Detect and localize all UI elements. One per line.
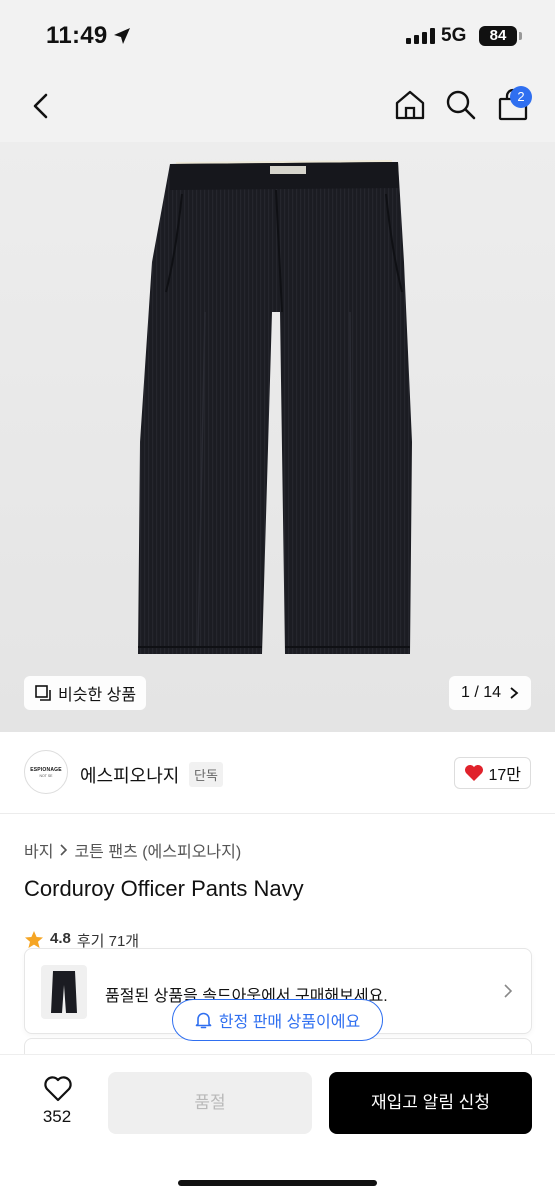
limited-sale-text: 한정 판매 상품이에요 (218, 1014, 361, 1031)
chevron-right-icon (510, 687, 519, 699)
home-indicator (178, 1180, 377, 1186)
brand-row: ESPIONAGE NOT SE 에스피오나지 단독 17만 (0, 732, 555, 814)
breadcrumb-subcategory[interactable]: 코튼 팬츠 (에스피오나지) (74, 838, 241, 862)
chevron-right-icon (60, 844, 68, 856)
brand-like-button[interactable]: 17만 (454, 757, 531, 789)
chevron-right-icon (504, 984, 513, 998)
brand-logo[interactable]: ESPIONAGE NOT SE (24, 750, 68, 794)
star-icon (25, 931, 43, 948)
product-image[interactable] (0, 142, 555, 732)
image-counter[interactable]: 1 / 14 (448, 676, 531, 710)
status-time: 11:49 (46, 22, 108, 49)
similar-products-label: 비슷한 상품 (58, 687, 137, 704)
wishlist-count: 352 (42, 1107, 72, 1126)
restock-alert-button[interactable]: 재입고 알림 신청 (329, 1072, 532, 1134)
nav-bar (0, 70, 555, 142)
pants-illustration (138, 160, 412, 654)
rating-row[interactable]: 4.8 후기 71개 (24, 930, 139, 948)
brand-logo-line1: ESPIONAGE (30, 766, 62, 773)
similar-products-button[interactable]: 비슷한 상품 (24, 676, 147, 710)
cart-badge: 2 (510, 86, 532, 108)
brand-logo-line2: NOT SE (39, 773, 53, 778)
bottom-action-bar: 352 품절 재입고 알림 신청 (0, 1055, 555, 1200)
battery-tip (519, 32, 522, 40)
status-bar: 11:49 5G 84 (0, 0, 555, 70)
bell-icon (195, 1012, 212, 1029)
breadcrumb-category[interactable]: 바지 (24, 838, 53, 862)
signal-icon (406, 28, 435, 44)
copy-icon (35, 685, 51, 701)
brand-like-count: 17만 (488, 767, 521, 784)
home-icon[interactable] (393, 88, 427, 122)
heart-outline-icon[interactable] (43, 1075, 73, 1103)
exclusive-tag: 단독 (189, 762, 223, 787)
image-counter-label: 1 / 14 (460, 684, 501, 701)
back-icon[interactable] (26, 90, 56, 122)
search-icon[interactable] (444, 88, 478, 122)
location-arrow-icon (114, 28, 130, 44)
soldout-button: 품절 (108, 1072, 312, 1134)
battery-icon: 84 (479, 26, 517, 46)
rating-score: 4.8 (50, 930, 71, 947)
review-count: 후기 71개 (76, 933, 140, 948)
heart-filled-icon (465, 765, 484, 781)
breadcrumb: 바지 코튼 팬츠 (에스피오나지) (24, 838, 241, 862)
brand-name[interactable]: 에스피오나지 (80, 762, 179, 788)
product-thumbnail (41, 965, 87, 1019)
limited-sale-toast: 한정 판매 상품이에요 (172, 999, 383, 1041)
network-label: 5G (441, 25, 467, 46)
product-title: Corduroy Officer Pants Navy (24, 876, 304, 901)
